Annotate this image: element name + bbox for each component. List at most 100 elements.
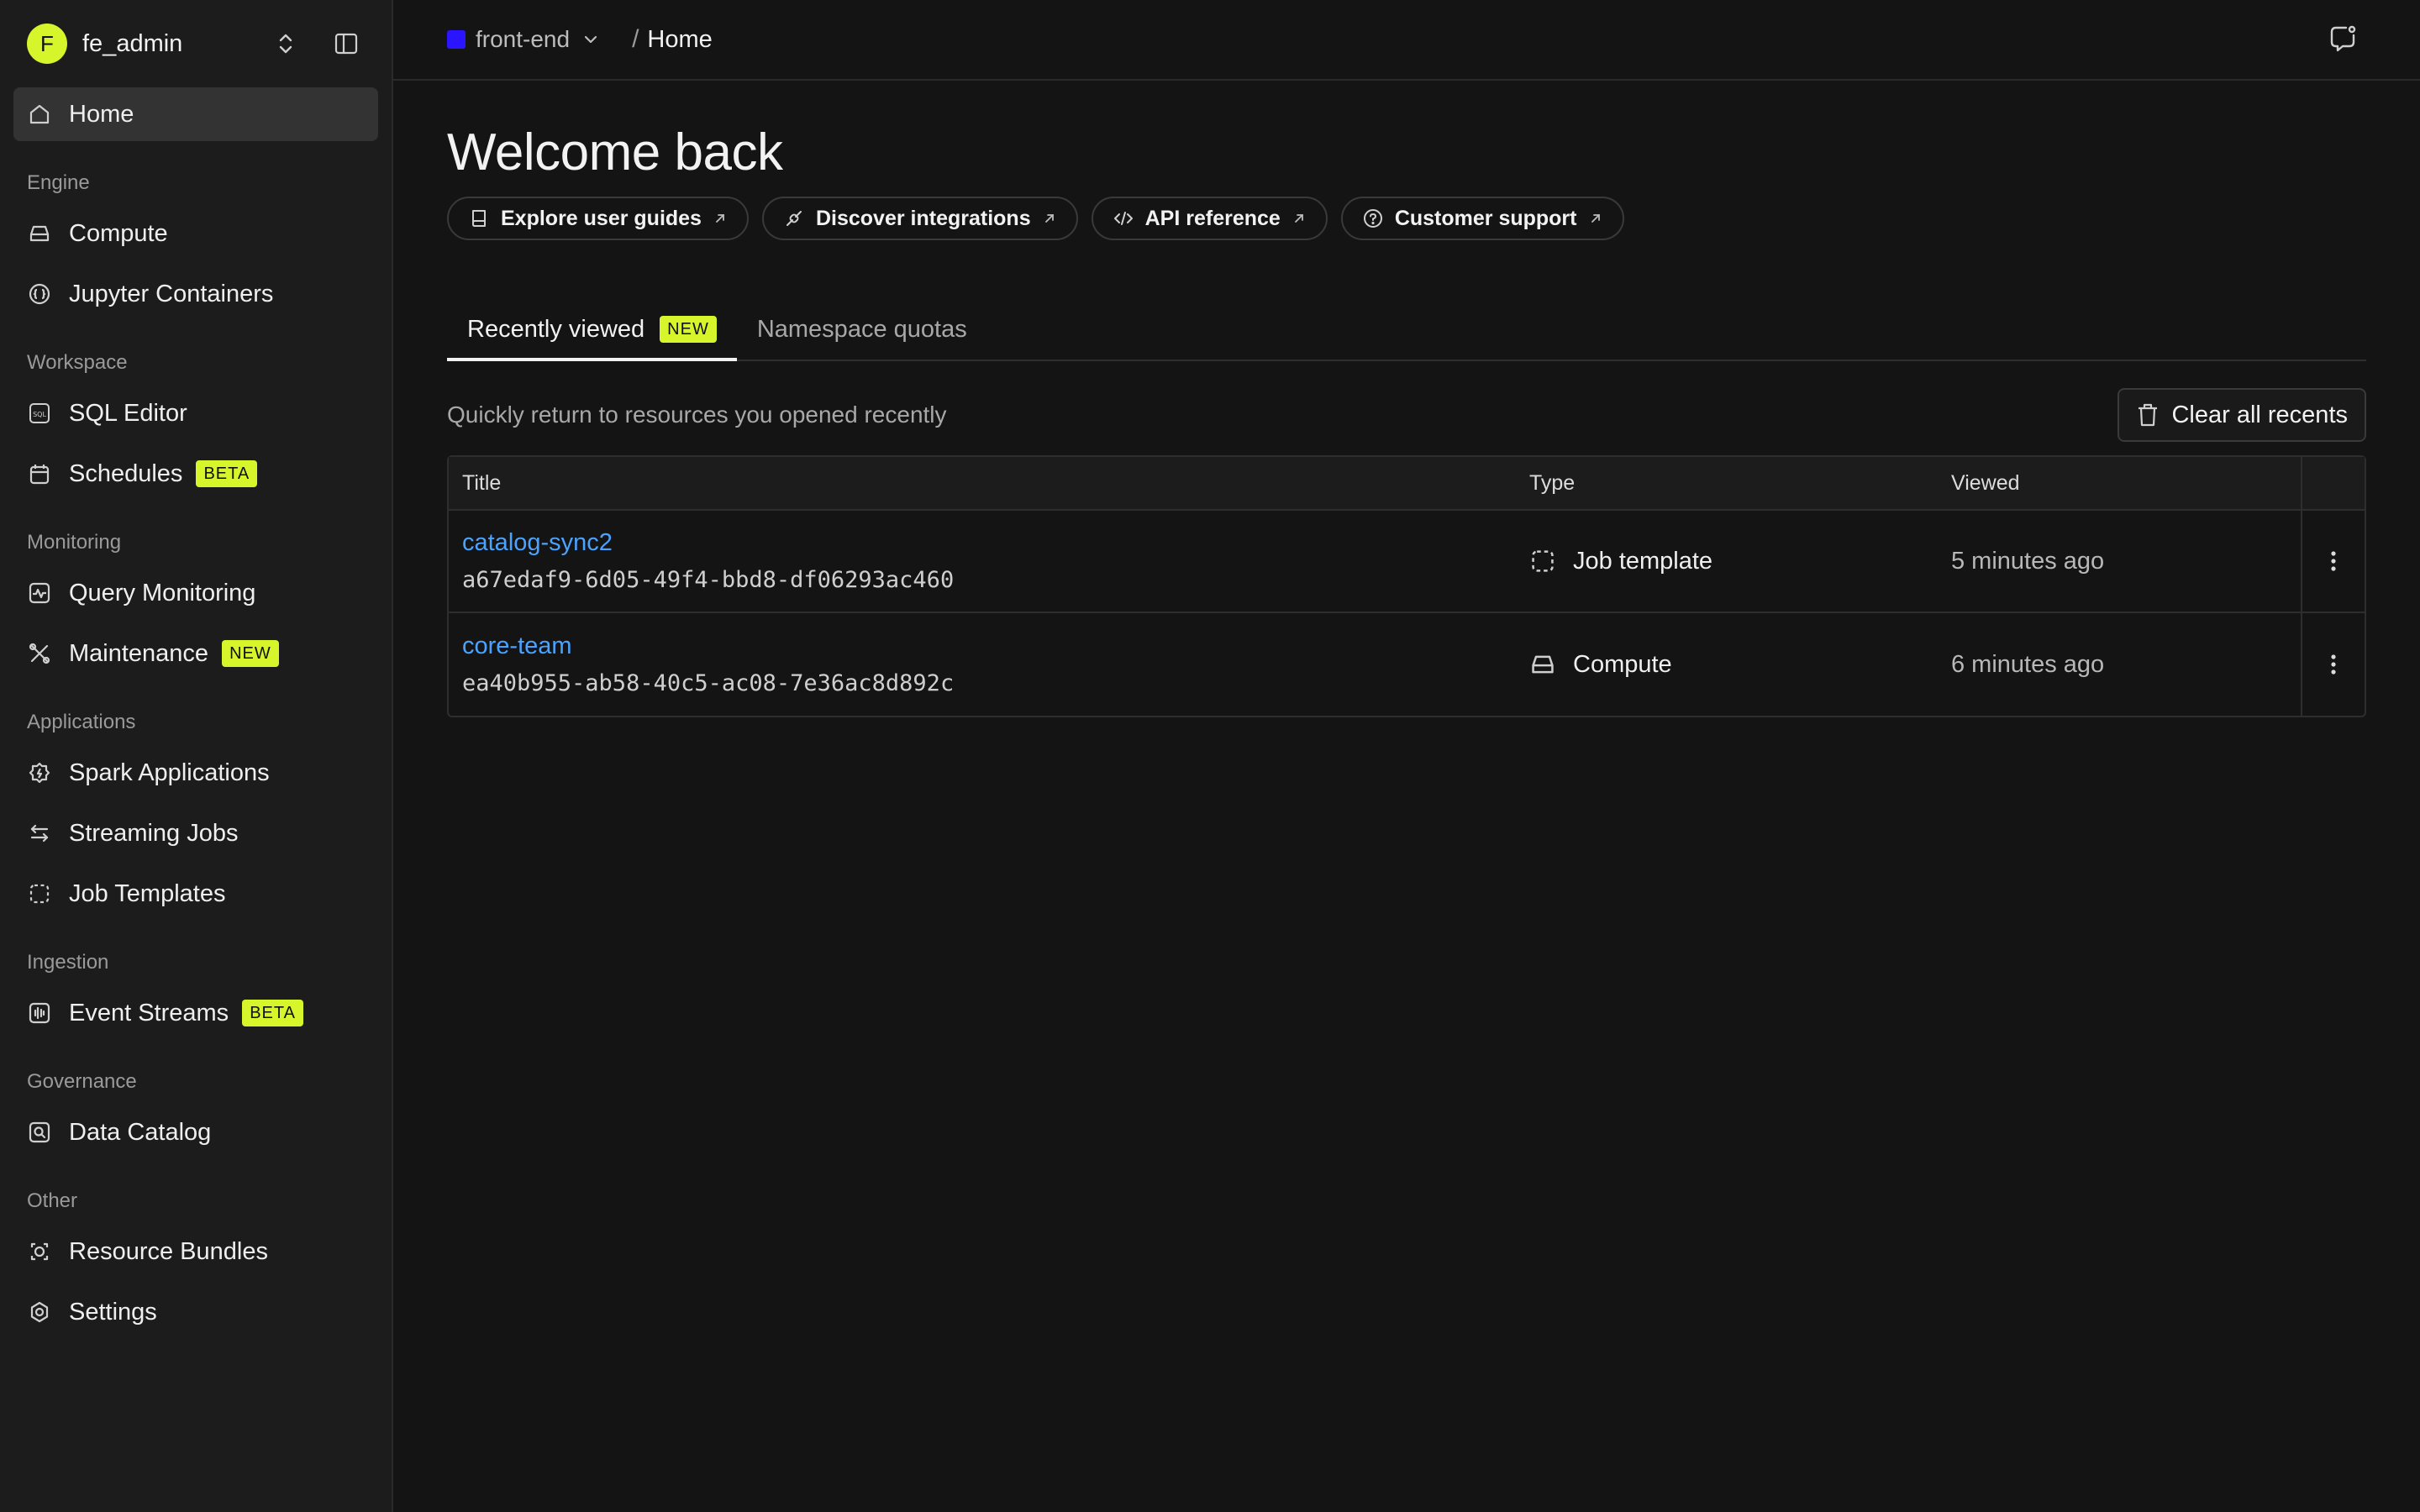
resource-link[interactable]: catalog-sync2 [462,529,1523,557]
chevron-down-icon[interactable] [581,30,600,49]
pill-label: Discover integrations [815,206,1031,230]
activity-icon [27,580,52,606]
trash-icon [2136,402,2160,428]
arrow-up-right-icon [1292,212,1306,225]
sidebar-item-settings[interactable]: Settings [13,1285,378,1339]
book-icon [469,208,489,228]
api-reference-link[interactable]: API reference [1091,197,1328,240]
project-switcher[interactable]: front-end [476,26,570,53]
cell-title: catalog-sync2 a67edaf9-6d05-49f4-bbd8-df… [449,529,1523,593]
sidebar-item-data-catalog[interactable]: Data Catalog [13,1105,378,1159]
home-page: Welcome back Explore user guides Discove [393,81,2420,717]
column-header-title: Title [462,470,502,495]
breadcrumb-separator: / [632,25,639,53]
section-label-engine: Engine [27,171,90,194]
column-header-viewed: Viewed [1951,470,2020,495]
row-actions-button[interactable] [2301,511,2365,612]
svg-text:SQL: SQL [33,411,46,418]
column-header-actions [2301,456,2365,510]
calendar-icon [27,461,52,486]
sidebar-item-spark-applications[interactable]: Spark Applications [13,746,378,800]
viewed-time: 5 minutes ago [1951,547,2105,575]
hard-drive-icon [1529,651,1556,678]
section-label-ingestion: Ingestion [27,951,109,974]
sidebar-item-label: Data Catalog [69,1118,212,1146]
spark-gear-icon [27,760,52,785]
table-row: catalog-sync2 a67edaf9-6d05-49f4-bbd8-df… [449,511,2365,613]
discover-integrations-link[interactable]: Discover integrations [761,197,1078,240]
sidebar-item-streaming-jobs[interactable]: Streaming Jobs [13,806,378,860]
resource-id: a67edaf9-6d05-49f4-bbd8-df06293ac460 [462,567,955,593]
chevron-up-down-icon[interactable] [267,25,304,62]
pill-label: Explore user guides [501,206,702,230]
sidebar-item-label: Jupyter Containers [69,280,274,307]
sidebar-item-jupyter-containers[interactable]: Jupyter Containers [13,267,378,321]
hard-drive-icon [27,221,52,246]
arrow-up-right-icon [1589,212,1602,225]
sidebar-item-event-streams[interactable]: Event Streams BETA [13,986,378,1040]
sidebar-item-sql-editor[interactable]: SQL SQL Editor [13,386,378,440]
sidebar-item-resource-bundles[interactable]: Resource Bundles [13,1225,378,1278]
sidebar-item-home[interactable]: Home [13,87,378,141]
tab-label: Namespace quotas [756,316,967,343]
sidebar-item-label: Query Monitoring [69,579,256,606]
cell-title: core-team ea40b955-ab58-40c5-ac08-7e36ac… [449,633,1523,696]
sidebar-item-label: Compute [69,219,168,247]
sidebar-item-schedules[interactable]: Schedules BETA [13,447,378,501]
plug-icon [784,208,804,228]
braces-circle-icon [27,281,52,307]
beta-badge: BETA [196,460,258,487]
org-switcher[interactable]: F fe_admin [13,0,378,87]
sidebar-item-label: SQL Editor [69,399,187,427]
quick-links: Explore user guides Discover integration… [447,197,2366,240]
customer-support-link[interactable]: Customer support [1340,197,1624,240]
new-badge: NEW [222,640,279,667]
help-circle-icon [1363,208,1383,228]
type-label: Job template [1573,547,1713,575]
main-content: front-end / Home Welcome back Explore us… [393,0,2420,1512]
page-title: Welcome back [447,123,783,181]
more-vertical-icon [2331,654,2336,675]
sidebar-item-label: Streaming Jobs [69,819,239,847]
sidebar-item-label: Settings [69,1298,157,1326]
dashed-square-icon [27,881,52,906]
project-color-swatch [447,30,466,49]
feedback-icon[interactable] [2328,24,2358,58]
sql-icon: SQL [27,401,52,426]
breadcrumb: front-end / Home [393,0,2420,81]
avatar: F [27,24,67,64]
tab-namespace-quotas[interactable]: Namespace quotas [737,306,987,361]
cell-type: Job template [1523,548,1944,575]
search-square-icon [27,1120,52,1145]
sidebar-item-label: Event Streams [69,999,229,1026]
arrow-up-right-icon [713,212,727,225]
tab-recently-viewed[interactable]: Recently viewed NEW [447,306,737,361]
gear-icon [27,1299,52,1325]
sidebar-item-label: Maintenance [69,639,209,667]
breadcrumb-current: Home [647,25,713,53]
pill-label: Customer support [1394,206,1577,230]
more-vertical-icon [2331,551,2336,571]
sidebar-item-label: Schedules [69,459,183,487]
row-actions-button[interactable] [2301,613,2365,716]
resource-link[interactable]: core-team [462,633,1523,660]
home-icon [27,102,52,127]
sidebar-item-query-monitoring[interactable]: Query Monitoring [13,566,378,620]
sidebar-item-job-templates[interactable]: Job Templates [13,867,378,921]
recents-table: Title Type Viewed catalog-sync2 a67edaf9… [447,455,2366,717]
dashed-square-icon [1529,548,1556,575]
recents-subtitle: Quickly return to resources you opened r… [447,402,947,428]
table-header: Title Type Viewed [449,456,2365,511]
sidebar-item-maintenance[interactable]: Maintenance NEW [13,627,378,680]
sidebar: F fe_admin Home Engine Compute Jupyter C… [0,0,393,1512]
tools-icon [27,641,52,666]
sidebar-item-compute[interactable]: Compute [13,207,378,260]
code-icon [1113,208,1134,228]
clear-all-recents-button[interactable]: Clear all recents [2118,388,2366,442]
beta-badge: BETA [242,1000,303,1026]
sidebar-toggle-icon[interactable] [328,25,365,62]
section-label-other: Other [27,1189,78,1212]
arrow-up-right-icon [1043,212,1056,225]
recents-toolbar: Quickly return to resources you opened r… [447,388,2366,442]
explore-user-guides-link[interactable]: Explore user guides [447,197,749,240]
